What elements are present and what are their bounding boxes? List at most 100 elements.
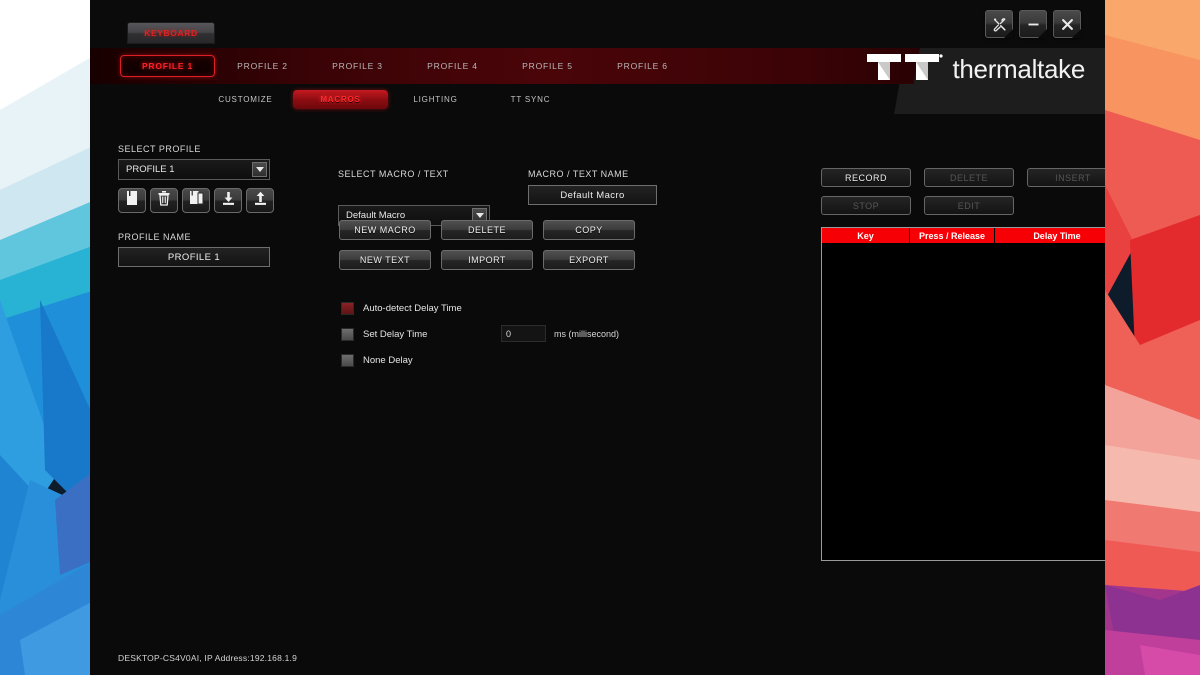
record-delete-button[interactable]: DELETE bbox=[924, 168, 1014, 187]
button-label: STOP bbox=[852, 200, 880, 211]
set-delay-time-label: Set Delay Time bbox=[363, 329, 428, 340]
record-edit-button[interactable]: EDIT bbox=[924, 196, 1014, 215]
device-tab-keyboard[interactable]: KEYBOARD bbox=[127, 22, 215, 44]
profile-tabs: PROFILE 1 PROFILE 2 PROFILE 3 PROFILE 4 … bbox=[120, 48, 690, 84]
macro-delete-button[interactable]: DELETE bbox=[441, 220, 533, 240]
button-label: EDIT bbox=[957, 200, 981, 211]
brand-logo: thermaltake bbox=[865, 52, 1085, 87]
select-profile-dropdown[interactable]: PROFILE 1 bbox=[118, 159, 270, 180]
ttrgb-plus-application-window: KEYBOARD PROFILE 1 PROFILE 2 PROFILE 3 P… bbox=[90, 0, 1105, 675]
button-label: NEW MACRO bbox=[354, 225, 416, 235]
copy-profile-button[interactable] bbox=[182, 188, 210, 213]
select-profile-value: PROFILE 1 bbox=[126, 164, 175, 175]
macro-import-button[interactable]: IMPORT bbox=[441, 250, 533, 270]
record-stop-button[interactable]: STOP bbox=[821, 196, 911, 215]
tab-label: PROFILE 6 bbox=[617, 61, 668, 71]
new-macro-button[interactable]: NEW MACRO bbox=[339, 220, 431, 240]
tab-macros[interactable]: MACROS bbox=[293, 89, 388, 109]
auto-detect-delay-label: Auto-detect Delay Time bbox=[363, 303, 462, 314]
chevron-down-icon[interactable] bbox=[252, 162, 267, 177]
tab-lighting[interactable]: LIGHTING bbox=[388, 90, 483, 109]
tab-label: PROFILE 3 bbox=[332, 61, 383, 71]
export-profile-button[interactable] bbox=[246, 188, 274, 213]
tab-label: LIGHTING bbox=[413, 94, 458, 104]
macro-name-field[interactable]: Default Macro bbox=[528, 185, 657, 205]
copy-icon bbox=[189, 190, 204, 211]
tab-label: PROFILE 5 bbox=[522, 61, 573, 71]
auto-detect-delay-row[interactable]: Auto-detect Delay Time bbox=[341, 302, 462, 315]
tools-button[interactable] bbox=[985, 10, 1013, 38]
macro-copy-button[interactable]: COPY bbox=[543, 220, 635, 240]
sub-tab-bar: CUSTOMIZE MACROS LIGHTING TT SYNC bbox=[90, 84, 1105, 114]
import-download-icon bbox=[221, 191, 236, 211]
table-body-empty[interactable] bbox=[822, 243, 1105, 560]
macro-sequence-table: Key Press / Release Delay Time bbox=[821, 227, 1105, 561]
tools-icon bbox=[992, 17, 1007, 32]
profile-icon-toolbar bbox=[118, 188, 274, 213]
delay-time-unit-label: ms (millisecond) bbox=[554, 328, 620, 339]
window-controls bbox=[985, 10, 1081, 38]
profile-name-label: PROFILE NAME bbox=[118, 232, 192, 242]
close-icon bbox=[1060, 17, 1075, 32]
table-header-row: Key Press / Release Delay Time bbox=[822, 228, 1105, 243]
minimize-icon bbox=[1026, 17, 1041, 32]
none-delay-checkbox[interactable] bbox=[341, 354, 354, 367]
status-bar: DESKTOP-CS4V0AI, IP Address:192.168.1.9 bbox=[118, 653, 297, 663]
tab-profile-3[interactable]: PROFILE 3 bbox=[310, 55, 405, 77]
table-column-delay-time: Delay Time bbox=[995, 228, 1105, 243]
select-profile-label: SELECT PROFILE bbox=[118, 144, 201, 154]
button-label: EXPORT bbox=[569, 255, 609, 265]
button-label: IMPORT bbox=[468, 255, 506, 265]
table-column-press-release: Press / Release bbox=[910, 228, 995, 243]
tab-profile-6[interactable]: PROFILE 6 bbox=[595, 55, 690, 77]
tab-customize[interactable]: CUSTOMIZE bbox=[198, 90, 293, 109]
delete-profile-button[interactable] bbox=[150, 188, 178, 213]
device-tab-label: KEYBOARD bbox=[144, 28, 198, 38]
none-delay-row[interactable]: None Delay bbox=[341, 354, 413, 367]
select-macro-label: SELECT MACRO / TEXT bbox=[338, 169, 449, 179]
button-label: INSERT bbox=[1055, 172, 1091, 183]
button-label: DELETE bbox=[949, 172, 988, 183]
tab-label: PROFILE 2 bbox=[237, 61, 288, 71]
brand-name: thermaltake bbox=[952, 54, 1085, 84]
table-column-key: Key bbox=[822, 228, 910, 243]
tab-label: PROFILE 4 bbox=[427, 61, 478, 71]
button-label: DELETE bbox=[467, 225, 506, 235]
new-text-button[interactable]: NEW TEXT bbox=[339, 250, 431, 270]
minimize-button[interactable] bbox=[1019, 10, 1047, 38]
sub-tabs: CUSTOMIZE MACROS LIGHTING TT SYNC bbox=[198, 84, 578, 114]
button-label: COPY bbox=[575, 225, 603, 235]
tab-profile-2[interactable]: PROFILE 2 bbox=[215, 55, 310, 77]
new-profile-button[interactable] bbox=[118, 188, 146, 213]
tab-profile-5[interactable]: PROFILE 5 bbox=[500, 55, 595, 77]
tab-tt-sync[interactable]: TT SYNC bbox=[483, 90, 578, 109]
macro-name-label: MACRO / TEXT NAME bbox=[528, 169, 629, 179]
profile-name-field[interactable]: PROFILE 1 bbox=[118, 247, 270, 267]
thermaltake-tt-mark-icon bbox=[865, 52, 944, 87]
tab-label: CUSTOMIZE bbox=[218, 94, 273, 104]
trash-icon bbox=[157, 190, 171, 211]
record-insert-button[interactable]: INSERT bbox=[1027, 168, 1105, 187]
import-profile-button[interactable] bbox=[214, 188, 242, 213]
delay-time-input-group: 0 ms (millisecond) bbox=[501, 325, 619, 342]
export-upload-icon bbox=[253, 191, 268, 211]
profile-name-value: PROFILE 1 bbox=[167, 251, 221, 263]
tab-label: PROFILE 1 bbox=[141, 61, 194, 71]
macros-page: SELECT PROFILE PROFILE 1 PROFILE NAME PR… bbox=[90, 114, 1105, 675]
none-delay-label: None Delay bbox=[363, 355, 413, 366]
delay-time-input[interactable]: 0 bbox=[501, 325, 546, 342]
title-bar: KEYBOARD bbox=[90, 0, 1105, 48]
tab-label: TT SYNC bbox=[510, 94, 551, 104]
auto-detect-delay-checkbox[interactable] bbox=[341, 302, 354, 315]
record-button[interactable]: RECORD bbox=[821, 168, 911, 187]
button-label: NEW TEXT bbox=[359, 255, 411, 265]
button-label: RECORD bbox=[844, 172, 887, 183]
close-button[interactable] bbox=[1053, 10, 1081, 38]
tab-label: MACROS bbox=[320, 94, 361, 104]
tab-profile-1[interactable]: PROFILE 1 bbox=[120, 55, 215, 77]
set-delay-time-checkbox[interactable] bbox=[341, 328, 354, 341]
macro-name-value: Default Macro bbox=[560, 189, 625, 201]
set-delay-time-row[interactable]: Set Delay Time bbox=[341, 328, 427, 341]
macro-export-button[interactable]: EXPORT bbox=[543, 250, 635, 270]
tab-profile-4[interactable]: PROFILE 4 bbox=[405, 55, 500, 77]
